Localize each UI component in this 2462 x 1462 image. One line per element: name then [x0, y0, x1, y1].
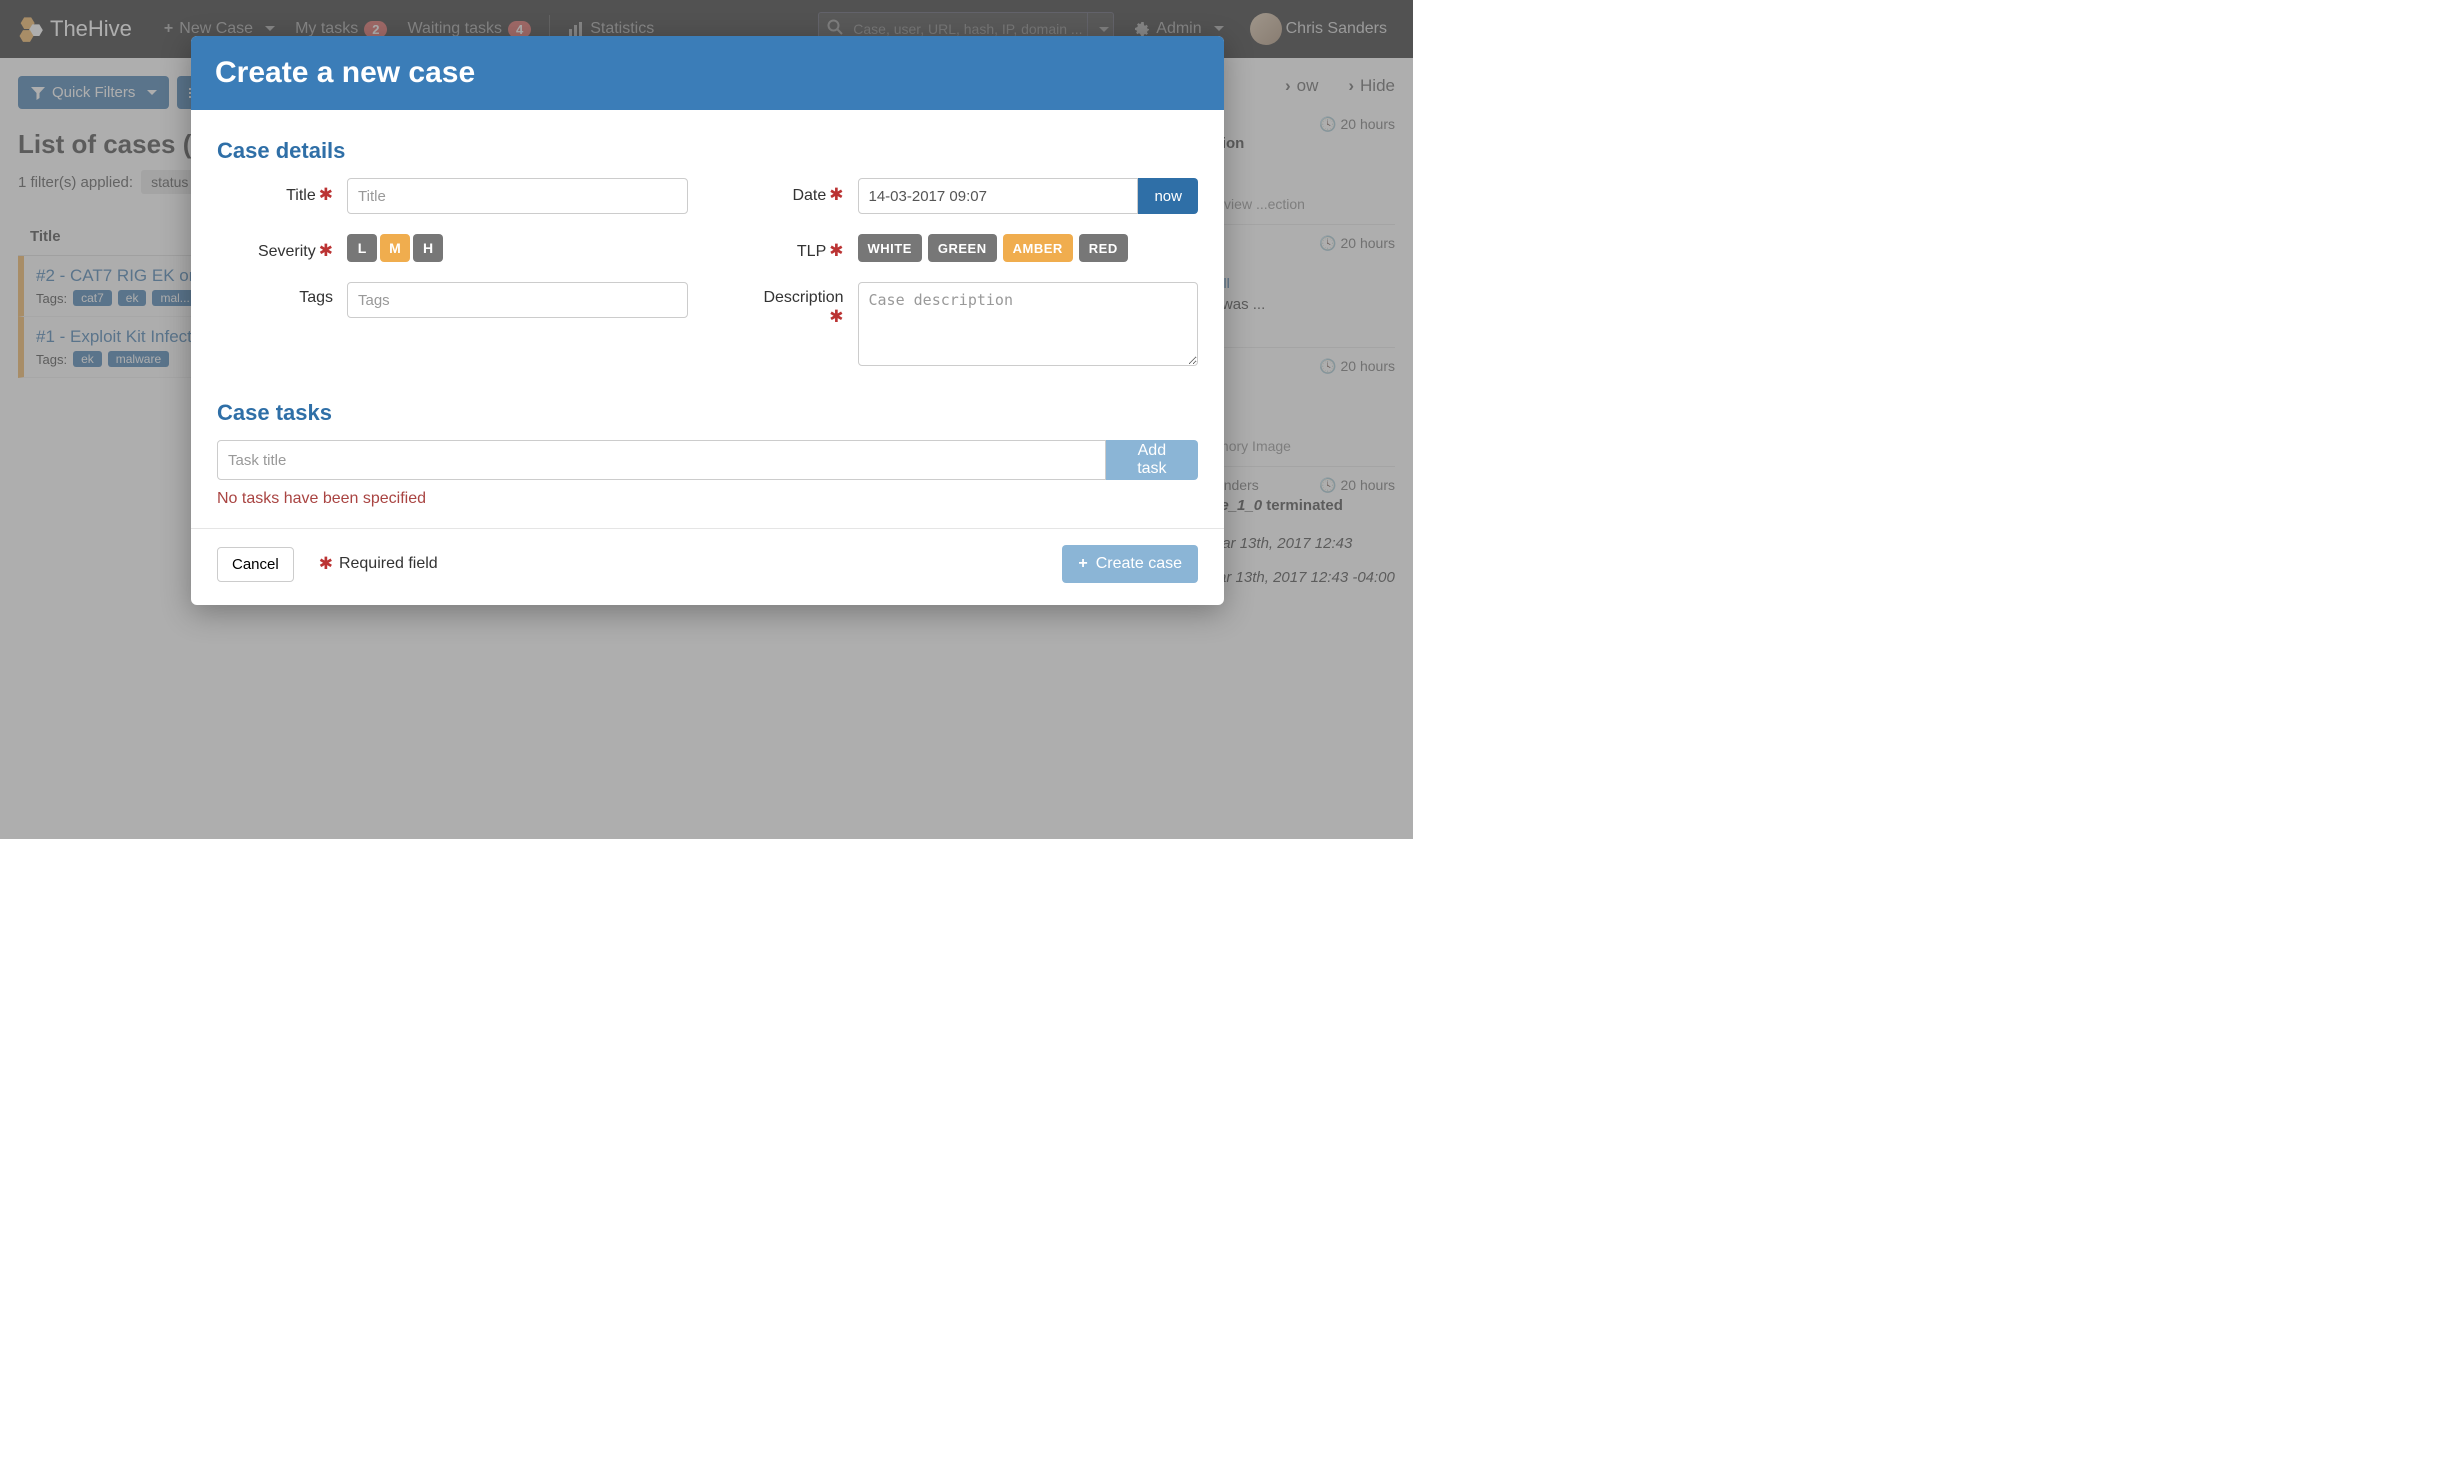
plus-icon: + — [1078, 555, 1087, 573]
cancel-button[interactable]: Cancel — [217, 547, 294, 582]
title-input[interactable] — [347, 178, 688, 214]
tlp-label: TLP — [797, 243, 826, 260]
required-icon: ✱ — [829, 241, 843, 260]
modal-header: Create a new case — [191, 36, 1224, 110]
severity-option-m[interactable]: M — [380, 234, 410, 262]
tags-label: Tags — [299, 289, 333, 306]
severity-group: L M H — [347, 234, 688, 262]
tlp-option-red[interactable]: RED — [1079, 234, 1128, 262]
now-button[interactable]: now — [1138, 178, 1198, 214]
tlp-option-amber[interactable]: AMBER — [1003, 234, 1073, 262]
required-icon: ✱ — [319, 185, 333, 204]
required-note: ✱ Required field — [316, 554, 438, 574]
date-input[interactable] — [858, 178, 1139, 214]
create-case-button[interactable]: + Create case — [1062, 545, 1198, 583]
create-case-modal: Create a new case Case details Title✱ Se… — [191, 36, 1224, 605]
modal-backdrop[interactable]: Create a new case Case details Title✱ Se… — [0, 0, 1413, 839]
modal-footer: Cancel ✱ Required field + Create case — [191, 528, 1224, 605]
tags-input[interactable] — [347, 282, 688, 318]
modal-title: Create a new case — [215, 56, 1200, 90]
severity-option-l[interactable]: L — [347, 234, 377, 262]
description-input[interactable] — [858, 282, 1199, 366]
section-case-tasks: Case tasks — [217, 400, 1198, 426]
title-label: Title — [286, 187, 316, 204]
required-icon: ✱ — [319, 241, 333, 260]
tlp-option-white[interactable]: WHITE — [858, 234, 922, 262]
section-case-details: Case details — [217, 138, 1198, 164]
tlp-group: WHITE GREEN AMBER RED — [858, 234, 1199, 262]
task-title-input[interactable] — [217, 440, 1106, 480]
required-icon: ✱ — [829, 307, 843, 326]
severity-label: Severity — [258, 243, 316, 260]
date-label: Date — [792, 187, 826, 204]
tlp-option-green[interactable]: GREEN — [928, 234, 997, 262]
add-task-button[interactable]: Add task — [1106, 440, 1198, 480]
no-tasks-message: No tasks have been specified — [217, 490, 1198, 508]
required-icon: ✱ — [829, 185, 843, 204]
required-icon: ✱ — [319, 554, 333, 574]
description-label: Description — [763, 289, 843, 306]
severity-option-h[interactable]: H — [413, 234, 443, 262]
